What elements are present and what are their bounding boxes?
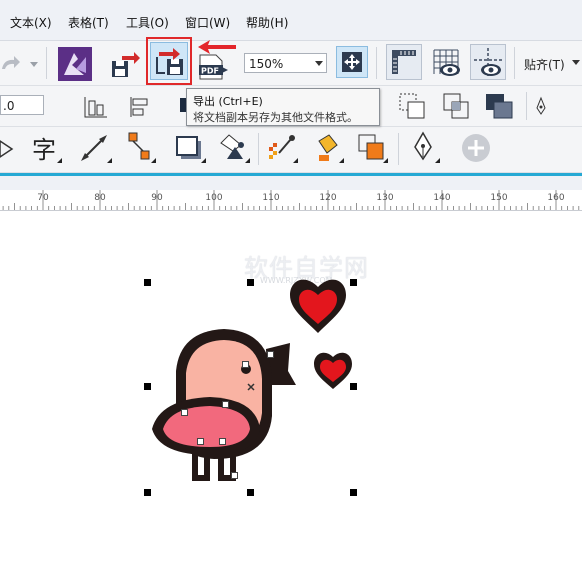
color-eyedropper-icon[interactable]: [264, 131, 300, 165]
separator: [526, 92, 527, 120]
ruler-label: 70: [37, 193, 49, 203]
menu-table[interactable]: 表格(T): [68, 14, 109, 31]
pdf-icon[interactable]: PDF: [198, 53, 230, 81]
bird-artwork[interactable]: [0, 211, 582, 566]
grid-icon[interactable]: [428, 44, 464, 80]
add-icon[interactable]: [458, 131, 494, 165]
export-tooltip: 导出 (Ctrl+E) 将文档副本另存为其他文件格式。: [186, 88, 380, 126]
menu-tools[interactable]: 工具(O): [126, 14, 169, 31]
redo-dropdown-arrow[interactable]: [30, 62, 38, 67]
dimension-tool-icon[interactable]: [78, 133, 114, 165]
guideline-icon[interactable]: [470, 44, 506, 80]
ruler-label: 100: [205, 193, 223, 203]
separator: [258, 133, 259, 165]
document-tab-strip: [0, 173, 582, 191]
ruler-icon[interactable]: [386, 44, 422, 80]
menu-text[interactable]: 文本(X): [10, 14, 52, 31]
menu-window[interactable]: 窗口(W): [185, 14, 230, 31]
standard-toolbar: PDF 150% 贴齐(T): [0, 37, 582, 86]
corel-launcher-icon[interactable]: [58, 47, 92, 81]
zoom-select[interactable]: 150%: [244, 53, 327, 73]
ruler-label: 120: [319, 193, 337, 203]
ruler-label: 160: [547, 193, 565, 203]
path-node[interactable]: [267, 351, 274, 358]
heart-small: [314, 352, 352, 389]
path-node[interactable]: [181, 409, 188, 416]
active-document-indicator: [0, 173, 582, 176]
ruler-label: 90: [151, 193, 163, 203]
ruler-label: 140: [433, 193, 451, 203]
pen-outline-icon[interactable]: [534, 96, 548, 116]
export-icon: [150, 42, 188, 80]
path-node[interactable]: [231, 472, 238, 479]
value-field-text: .0: [3, 99, 15, 113]
value-field[interactable]: .0: [0, 95, 44, 115]
shape-tool-icon[interactable]: [0, 135, 14, 163]
separator: [514, 47, 515, 79]
full-screen-icon[interactable]: [336, 46, 368, 78]
selection-handle-top-right[interactable]: [350, 279, 357, 286]
selection-handle-bottom-right[interactable]: [350, 489, 357, 496]
selection-handle-bottom[interactable]: [247, 489, 254, 496]
text-tool-icon[interactable]: 字: [28, 133, 64, 165]
zoom-value: 150%: [249, 57, 284, 71]
simplify-icon[interactable]: [482, 90, 516, 122]
outline-pen-icon[interactable]: [406, 131, 442, 165]
connector-tool-icon[interactable]: [122, 131, 158, 165]
svg-text:字: 字: [32, 136, 56, 164]
separator: [398, 133, 399, 165]
heart-large: [290, 279, 346, 333]
intersect-icon[interactable]: [440, 90, 472, 122]
tooltip-description: 将文档副本另存为其他文件格式。: [193, 111, 358, 124]
menu-help[interactable]: 帮助(H): [246, 14, 288, 31]
redo-icon[interactable]: [0, 53, 22, 75]
snap-dropdown-arrow: [572, 60, 580, 65]
distribute-icon[interactable]: [124, 92, 156, 122]
separator: [46, 47, 47, 79]
smart-fill-icon[interactable]: [354, 131, 390, 165]
export-button[interactable]: [146, 37, 192, 85]
ruler-label: 130: [376, 193, 394, 203]
path-node[interactable]: [222, 401, 229, 408]
ruler-label: 110: [262, 193, 280, 203]
selection-handle-right[interactable]: [350, 383, 357, 390]
selection-handle-top-left[interactable]: [144, 279, 151, 286]
drop-shadow-tool-icon[interactable]: [172, 131, 208, 165]
path-node[interactable]: [219, 438, 226, 445]
separator: [376, 47, 377, 79]
ruler-label: 80: [94, 193, 106, 203]
zoom-dropdown-arrow: [315, 61, 323, 66]
path-node[interactable]: [242, 361, 249, 368]
path-node[interactable]: [197, 438, 204, 445]
ruler-label: 150: [490, 193, 508, 203]
interactive-fill-icon[interactable]: [310, 131, 346, 165]
toolbox-row: 字: [0, 127, 582, 173]
horizontal-ruler[interactable]: 70 80 90 100 110 120 130 140 150 160: [0, 190, 582, 211]
svg-text:PDF: PDF: [201, 67, 219, 76]
align-icon[interactable]: [80, 92, 112, 122]
transparency-tool-icon[interactable]: [216, 131, 252, 165]
selection-handle-top[interactable]: [247, 279, 254, 286]
tooltip-title: 导出 (Ctrl+E): [193, 95, 263, 108]
back-minus-front-icon[interactable]: [396, 90, 428, 122]
selection-handle-left[interactable]: [144, 383, 151, 390]
menu-bar: 文本(X) 表格(T) 工具(O) 窗口(W) 帮助(H): [0, 0, 582, 41]
import-icon[interactable]: [108, 47, 142, 81]
selection-handle-bottom-left[interactable]: [144, 489, 151, 496]
snap-label: 贴齐(T): [524, 58, 565, 72]
